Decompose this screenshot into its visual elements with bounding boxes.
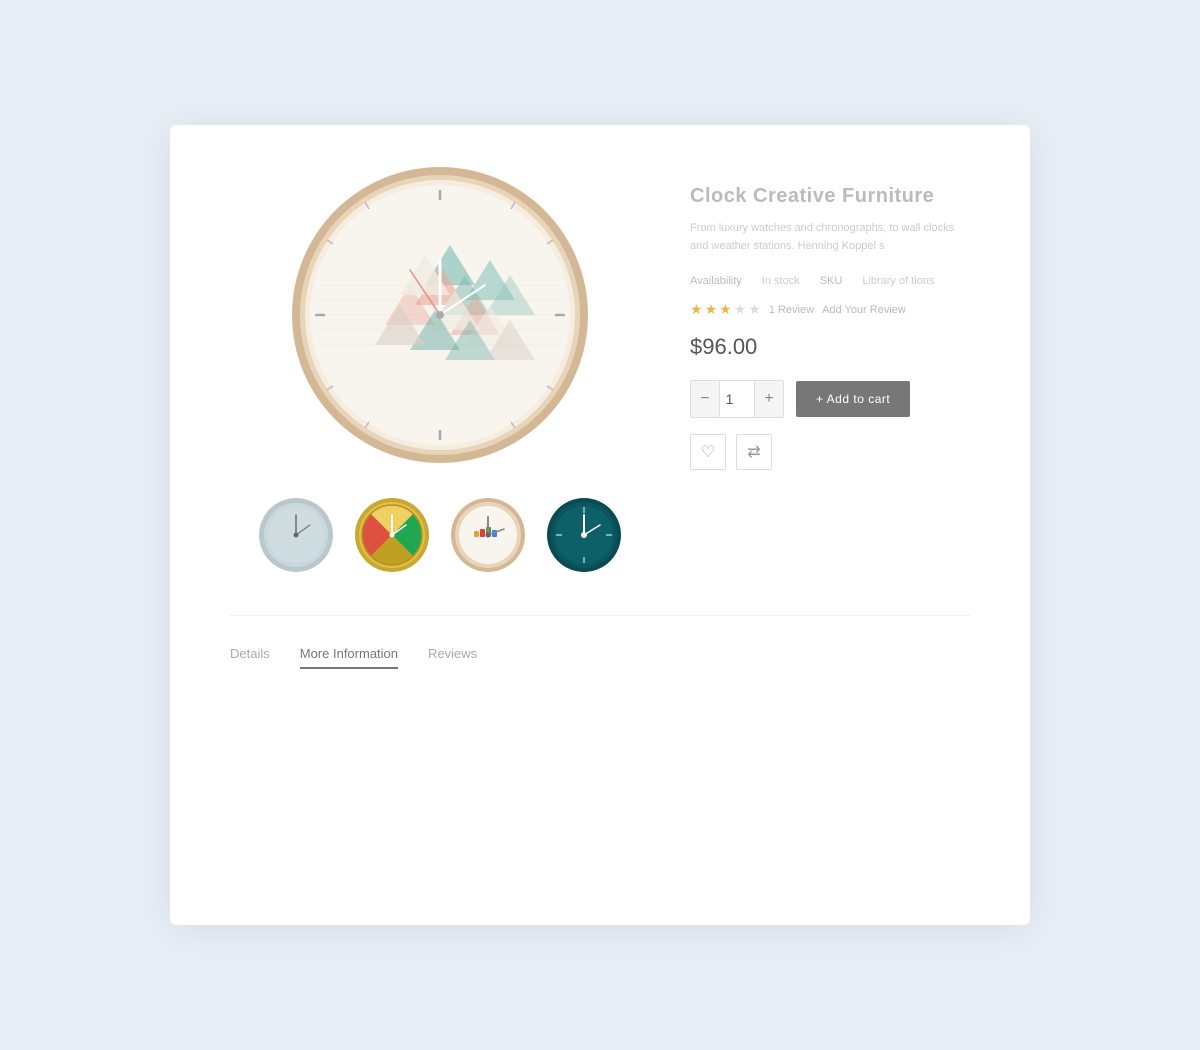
tab-reviews[interactable]: Reviews — [428, 646, 477, 669]
product-tabs: Details More Information Reviews — [230, 615, 970, 769]
star-3: ★ — [719, 301, 732, 318]
tab-details[interactable]: Details — [230, 646, 270, 669]
page-wrapper: Clock Creative Furniture From luxury wat… — [0, 0, 1200, 1050]
thumbnail-row — [256, 495, 624, 575]
product-description: From luxury watches and chronographs, to… — [690, 220, 970, 255]
thumbnail-3[interactable] — [448, 495, 528, 575]
star-rating: ★ ★ ★ ★ ★ — [690, 301, 761, 318]
thumbnail-4[interactable] — [544, 495, 624, 575]
tab-more-information[interactable]: More Information — [300, 646, 398, 669]
add-to-cart-button[interactable]: + Add to cart — [796, 381, 910, 417]
review-count: 1 Review — [769, 304, 814, 316]
product-image-section — [230, 165, 650, 575]
heart-icon: ♡ — [701, 442, 715, 462]
star-5: ★ — [748, 301, 761, 318]
main-clock-image — [290, 165, 590, 465]
product-price: $96.00 — [690, 334, 970, 360]
add-review-link[interactable]: Add Your Review — [822, 304, 906, 316]
product-meta: Availability In stock SKU Library of tio… — [690, 275, 970, 287]
action-icons-row: ♡ ⇄ — [690, 434, 970, 470]
compare-icon: ⇄ — [747, 442, 760, 462]
star-1: ★ — [690, 301, 703, 318]
quantity-increase-button[interactable]: + — [755, 381, 783, 417]
tab-content — [230, 689, 970, 769]
quantity-input[interactable] — [719, 381, 755, 417]
product-title: Clock Creative Furniture — [690, 185, 970, 208]
sku-value: Library of tions — [862, 275, 934, 287]
star-2: ★ — [705, 301, 718, 318]
quantity-control: − + — [690, 380, 784, 418]
thumbnail-2[interactable] — [352, 495, 432, 575]
rating-row: ★ ★ ★ ★ ★ 1 Review Add Your Review — [690, 301, 970, 318]
star-4: ★ — [734, 301, 747, 318]
availability-label: Availability — [690, 275, 742, 287]
quantity-decrease-button[interactable]: − — [691, 381, 719, 417]
quantity-cart-row: − + + Add to cart — [690, 380, 970, 418]
thumbnail-1[interactable] — [256, 495, 336, 575]
product-main: Clock Creative Furniture From luxury wat… — [230, 165, 970, 575]
availability-value: In stock — [762, 275, 800, 287]
tabs-nav: Details More Information Reviews — [230, 646, 970, 669]
wishlist-button[interactable]: ♡ — [690, 434, 726, 470]
product-card: Clock Creative Furniture From luxury wat… — [170, 125, 1030, 925]
sku-label: SKU — [820, 275, 843, 287]
product-info: Clock Creative Furniture From luxury wat… — [690, 165, 970, 470]
compare-button[interactable]: ⇄ — [736, 434, 772, 470]
